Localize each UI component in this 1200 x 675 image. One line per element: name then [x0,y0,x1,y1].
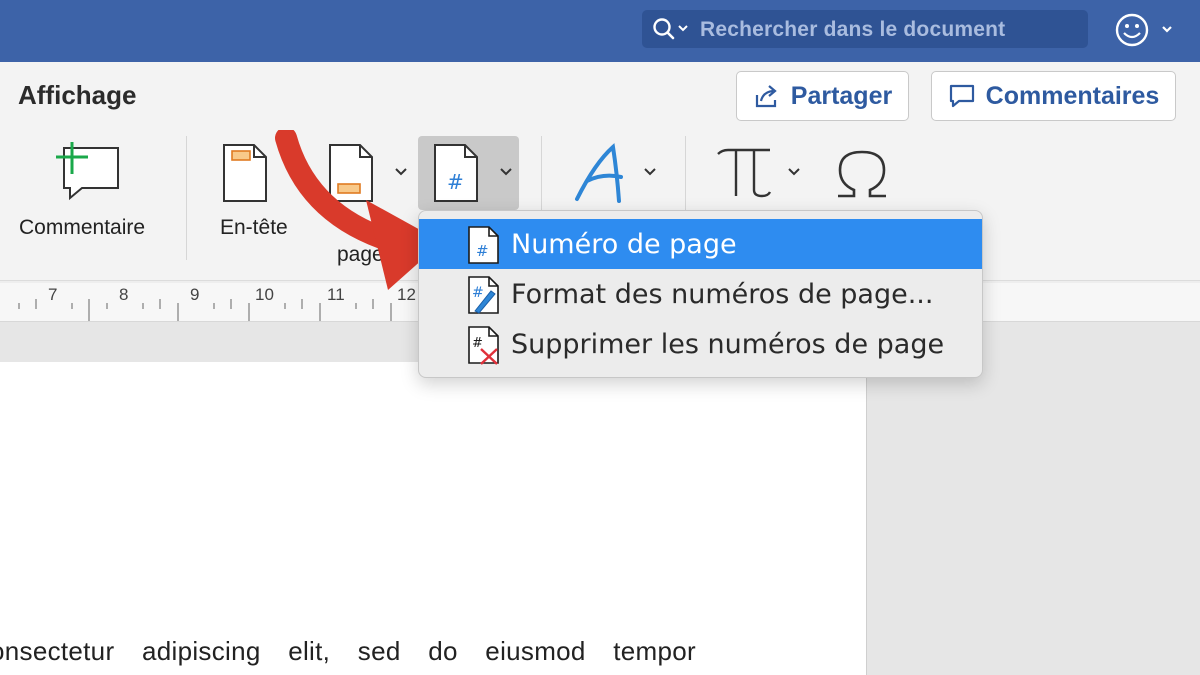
page-number-icon[interactable]: # [433,143,479,203]
search-box[interactable]: Rechercher dans le document [642,10,1088,48]
menu-item-label: Format des numéros de page... [511,279,934,310]
chevron-down-icon[interactable] [786,166,802,178]
menu-item-page-number[interactable]: # Numéro de page [419,219,982,269]
search-icon[interactable] [652,17,692,41]
equation-icon[interactable] [716,148,774,200]
comments-label: Commentaires [985,81,1160,110]
ribbon-separator [541,136,542,210]
ribbon-tab-title: Affichage [18,80,137,110]
remove-page-number-icon: # [468,326,499,365]
svg-text:#: # [472,285,484,301]
footer-button-label[interactable]: page [337,243,384,267]
ruler-number: 8 [119,285,129,304]
symbol-omega-icon[interactable] [834,148,890,200]
svg-text:#: # [447,170,464,194]
ruler-number: 10 [255,285,274,304]
page-number-dropdown-menu: # Numéro de page # Format des numéros de… [418,210,983,378]
comment-button-label[interactable]: Commentaire [19,216,145,240]
menu-item-remove-page-numbers[interactable]: # Supprimer les numéros de page [419,319,982,369]
document-page[interactable] [0,362,867,675]
chevron-down-icon[interactable] [393,166,409,178]
ribbon-separator [186,136,187,260]
header-icon[interactable] [222,143,268,203]
menu-item-label: Supprimer les numéros de page [511,329,945,360]
share-label: Partager [790,81,893,110]
format-page-number-icon: # [468,276,499,314]
new-comment-icon[interactable] [52,140,124,204]
ruler-number: 12 [397,285,416,304]
search-placeholder[interactable]: Rechercher dans le document [700,18,1005,42]
menu-item-format-page-numbers[interactable]: # Format des numéros de page... [419,269,982,319]
comments-icon [949,84,974,108]
document-body-text[interactable]: onsectetur adipiscing elit, sed do eiusm… [0,636,696,667]
chevron-down-icon[interactable] [642,166,658,178]
ribbon-separator [685,136,686,210]
svg-text:#: # [476,242,489,260]
comments-button[interactable]: Commentaires [931,71,1176,121]
menu-item-label: Numéro de page [511,229,737,260]
share-button[interactable]: Partager [736,71,909,121]
ruler-number: 9 [190,285,200,304]
ruler-number: 11 [327,285,345,304]
smiley-feedback-icon[interactable] [1114,10,1174,50]
ruler-number: 7 [48,285,58,304]
chevron-down-icon[interactable] [498,166,514,178]
share-icon [755,85,777,108]
footer-icon[interactable] [328,143,374,203]
header-button-label[interactable]: En-tête [220,216,288,240]
page-number-icon: # [468,226,499,264]
ruler-ticks [18,299,392,321]
wordart-icon[interactable] [573,143,633,205]
